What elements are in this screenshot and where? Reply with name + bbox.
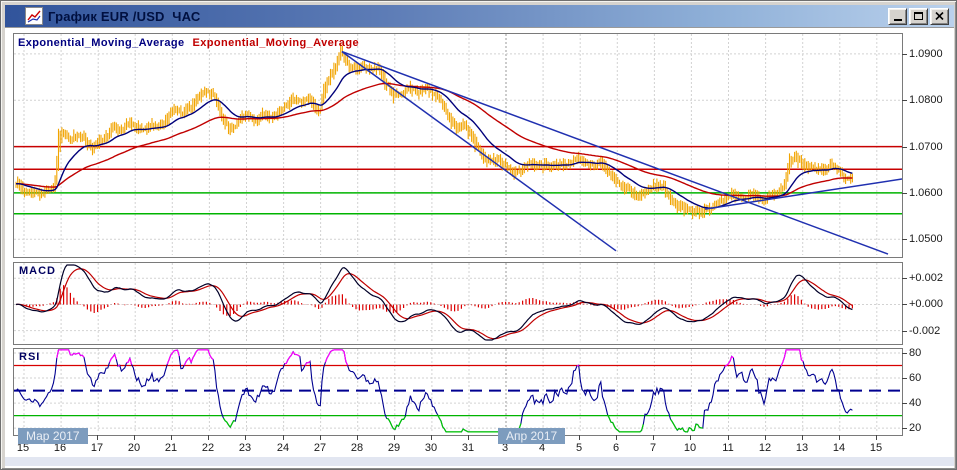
date-tick — [134, 435, 135, 440]
date-label: 17 — [91, 442, 103, 454]
rsi-y-label: 80 — [909, 347, 955, 359]
price-y-label: 1.0600 — [909, 187, 955, 199]
rsi-y-tick — [902, 378, 907, 379]
macd-y-tick — [902, 331, 907, 332]
price-y-tick — [902, 193, 907, 194]
date-label: 22 — [202, 442, 214, 454]
window-title: График EUR /USD ЧАС — [48, 9, 200, 24]
date-tick — [357, 435, 358, 440]
date-label: 6 — [613, 442, 619, 454]
price-y-label: 1.0700 — [909, 141, 955, 153]
minimize-button[interactable] — [888, 8, 907, 25]
title-bar[interactable]: График EUR /USD ЧАС — [5, 5, 954, 27]
rsi-label: RSI — [19, 351, 40, 363]
date-tick — [320, 435, 321, 440]
ema-legend-label: Exponential_Moving_Average — [192, 37, 358, 49]
price-y-label: 1.0500 — [909, 233, 955, 245]
date-label: 27 — [314, 442, 326, 454]
month-badge: Мар 2017 — [18, 428, 88, 444]
date-tick — [839, 435, 840, 440]
date-tick — [728, 435, 729, 440]
macd-panel[interactable]: MACD — [13, 262, 903, 345]
date-label: 31 — [462, 442, 474, 454]
date-label: 28 — [351, 442, 363, 454]
date-tick — [579, 435, 580, 440]
date-tick — [394, 435, 395, 440]
date-label: 15 — [870, 442, 882, 454]
date-label: 14 — [833, 442, 845, 454]
date-label: 5 — [576, 442, 582, 454]
maximize-icon — [914, 12, 923, 20]
price-y-label: 1.0900 — [909, 48, 955, 60]
window-bottom-border — [5, 457, 954, 466]
date-label: 10 — [684, 442, 696, 454]
date-label: 20 — [128, 442, 140, 454]
rsi-y-label: 60 — [909, 372, 955, 384]
date-label: 11 — [722, 442, 733, 454]
macd-y-label: -0.002 — [909, 325, 955, 337]
price-chart-panel[interactable]: Exponential_Moving_Average Exponential_Mo… — [13, 33, 903, 258]
date-tick — [245, 435, 246, 440]
date-tick — [802, 435, 803, 440]
macd-y-tick — [902, 304, 907, 305]
rsi-y-tick — [902, 403, 907, 404]
date-tick — [765, 435, 766, 440]
date-tick — [283, 435, 284, 440]
date-tick — [208, 435, 209, 440]
date-label: 30 — [425, 442, 437, 454]
date-label: 24 — [277, 442, 289, 454]
date-tick — [690, 435, 691, 440]
rsi-panel[interactable]: RSI — [13, 348, 903, 436]
ema-legend: Exponential_Moving_Average Exponential_Mo… — [18, 37, 367, 49]
macd-canvas — [14, 263, 902, 342]
rsi-y-tick — [902, 428, 907, 429]
rsi-y-tick — [902, 353, 907, 354]
price-y-tick — [902, 100, 907, 101]
date-tick — [171, 435, 172, 440]
date-label: 21 — [165, 442, 177, 454]
date-tick — [653, 435, 654, 440]
date-label: 13 — [796, 442, 808, 454]
window-controls — [888, 8, 949, 25]
date-tick — [431, 435, 432, 440]
macd-label: MACD — [19, 265, 56, 277]
rsi-y-label: 40 — [909, 397, 955, 409]
price-y-label: 1.0800 — [909, 94, 955, 106]
date-tick — [468, 435, 469, 440]
date-label: 7 — [650, 442, 656, 454]
line-chart-icon — [25, 7, 43, 25]
close-icon — [935, 12, 944, 20]
chart-window: График EUR /USD ЧАС Exponential_Moving_A… — [0, 0, 957, 470]
close-button[interactable] — [930, 8, 949, 25]
date-tick — [876, 435, 877, 440]
date-label: 12 — [759, 442, 771, 454]
macd-y-label: +0.002 — [909, 272, 955, 284]
price-y-tick — [902, 147, 907, 148]
date-label: 23 — [239, 442, 251, 454]
date-label: 29 — [388, 442, 400, 454]
rsi-y-label: 20 — [909, 422, 955, 434]
macd-y-label: +0.000 — [909, 298, 955, 310]
price-chart-canvas — [14, 34, 902, 255]
price-y-tick — [902, 54, 907, 55]
month-badge: Апр 2017 — [498, 428, 565, 444]
maximize-button[interactable] — [909, 8, 928, 25]
date-tick — [97, 435, 98, 440]
date-tick — [616, 435, 617, 440]
macd-y-tick — [902, 278, 907, 279]
ema-legend-label: Exponential_Moving_Average — [18, 37, 184, 49]
price-y-tick — [902, 239, 907, 240]
rsi-canvas — [14, 349, 902, 433]
minimize-icon — [894, 19, 902, 21]
